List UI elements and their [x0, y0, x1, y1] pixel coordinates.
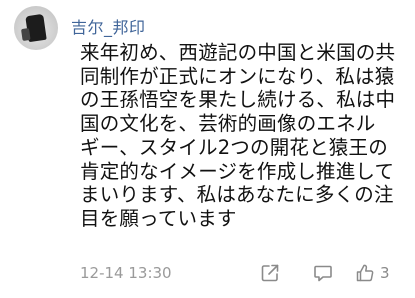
comment-line: まいります、私はあなたに多くの注 — [80, 183, 394, 207]
comment-footer: 12-14 13:30 3 — [80, 262, 400, 286]
comment-text: 来年初め、西遊記の中国と米国の共 同制作が正式にオンになり、私は猿 の王孫悟空を… — [80, 41, 400, 231]
avatar-figure — [25, 13, 47, 43]
thumbs-up-icon[interactable] — [355, 262, 377, 284]
comment-line: の王孫悟空を果たし続ける、私は中 — [80, 88, 396, 112]
comment-line: 国の文化を、芸術的画像のエネル — [80, 112, 376, 136]
comment-line: 目を願っています — [80, 206, 237, 230]
avatar[interactable] — [14, 6, 58, 50]
comment-line: ギー、スタイル2つの開花と猿王の — [80, 135, 388, 159]
username[interactable]: 吉尔_邦印 — [71, 14, 146, 38]
share-icon[interactable] — [260, 262, 282, 284]
like-count: 3 — [380, 264, 390, 282]
comment-line: 来年初め、西遊記の中国と米国の共 — [80, 41, 396, 64]
timestamp: 12-14 13:30 — [80, 264, 172, 282]
comment-line: 同制作が正式にオンになり、私は猿 — [80, 64, 395, 88]
comment-icon[interactable] — [313, 262, 335, 284]
comment-line: 肯定的なイメージを作成し推進して — [80, 159, 395, 183]
